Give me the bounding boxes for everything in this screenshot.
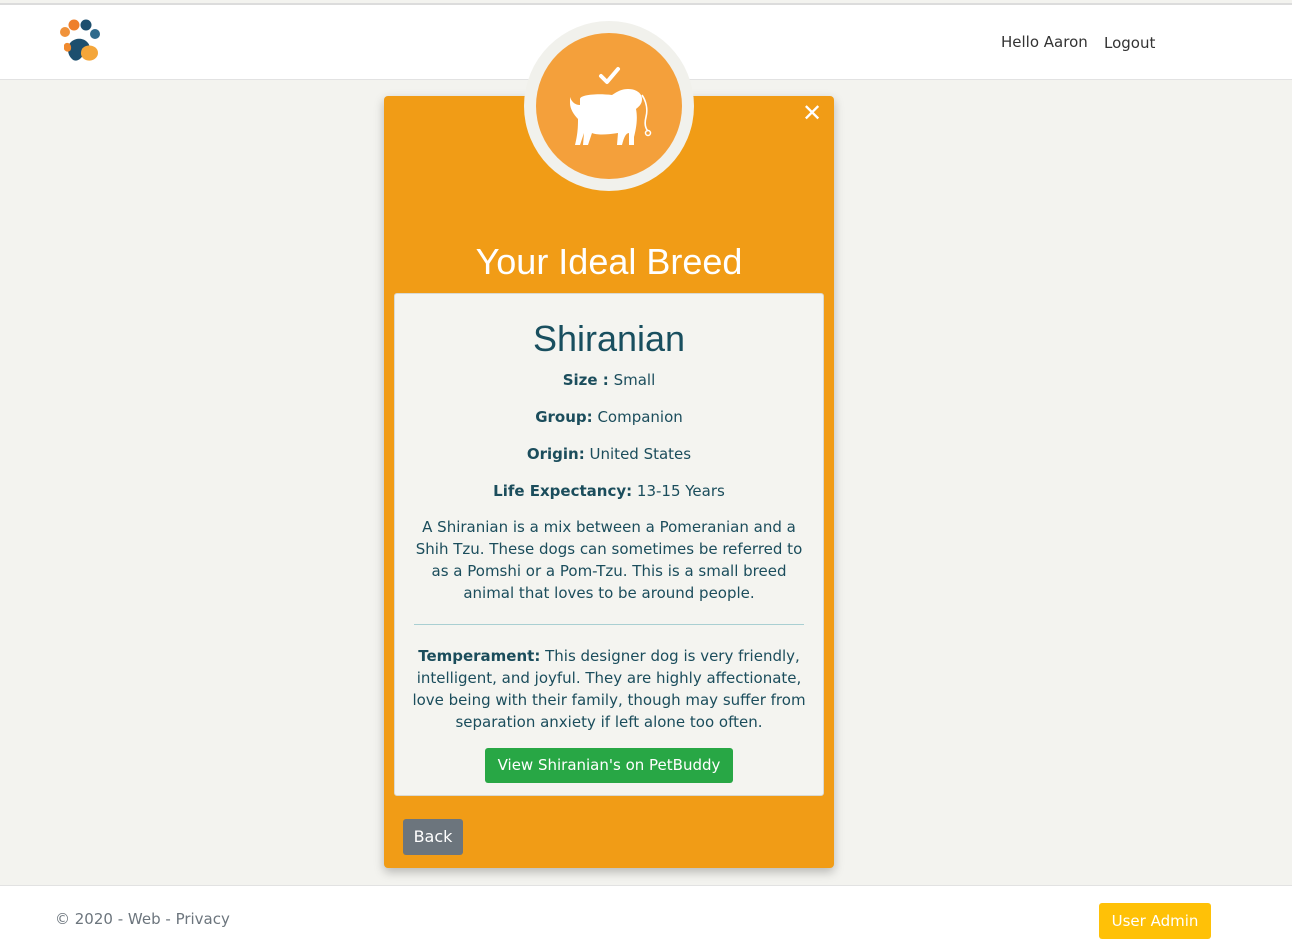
size-value: Small	[613, 371, 656, 389]
divider	[414, 624, 804, 625]
footer-separator: -	[112, 910, 128, 928]
copyright: © 2020	[55, 910, 113, 928]
footer-separator: -	[160, 910, 176, 928]
temperament-paragraph: Temperament: This designer dog is very f…	[410, 645, 808, 733]
origin-value: United States	[589, 445, 692, 463]
group-row: Group: Companion	[394, 407, 824, 427]
footer: © 2020 - Web - Privacy User Admin	[0, 885, 1292, 946]
footer-text: © 2020 - Web - Privacy	[55, 910, 230, 928]
paw-logo-icon[interactable]	[56, 19, 104, 67]
breed-description: A Shiranian is a mix between a Pomerania…	[415, 518, 803, 602]
origin-label: Origin:	[526, 445, 585, 463]
group-label: Group:	[535, 408, 593, 426]
size-label: Size :	[562, 371, 609, 389]
temperament-label: Temperament:	[418, 647, 541, 665]
life-expectancy-value: 13-15 Years	[636, 482, 725, 500]
user-admin-button[interactable]: User Admin	[1099, 903, 1211, 939]
life-expectancy-row: Life Expectancy: 13-15 Years	[394, 481, 824, 501]
view-on-petbuddy-button[interactable]: View Shiranian's on PetBuddy	[485, 748, 733, 783]
size-row: Size : Small	[394, 370, 824, 390]
breed-name: Shiranian	[532, 318, 686, 359]
close-icon[interactable]: ✕	[802, 100, 822, 126]
card-title: Your Ideal Breed	[475, 241, 743, 282]
web-link[interactable]: Web	[128, 910, 161, 928]
dog-check-icon	[536, 33, 682, 179]
user-greeting: Hello Aaron	[1001, 33, 1088, 51]
group-value: Companion	[597, 408, 683, 426]
logout-link[interactable]: Logout	[1104, 34, 1155, 52]
privacy-link[interactable]: Privacy	[176, 910, 230, 928]
origin-row: Origin: United States	[394, 444, 824, 464]
life-expectancy-label: Life Expectancy:	[493, 482, 633, 500]
back-button[interactable]: Back	[403, 819, 463, 855]
